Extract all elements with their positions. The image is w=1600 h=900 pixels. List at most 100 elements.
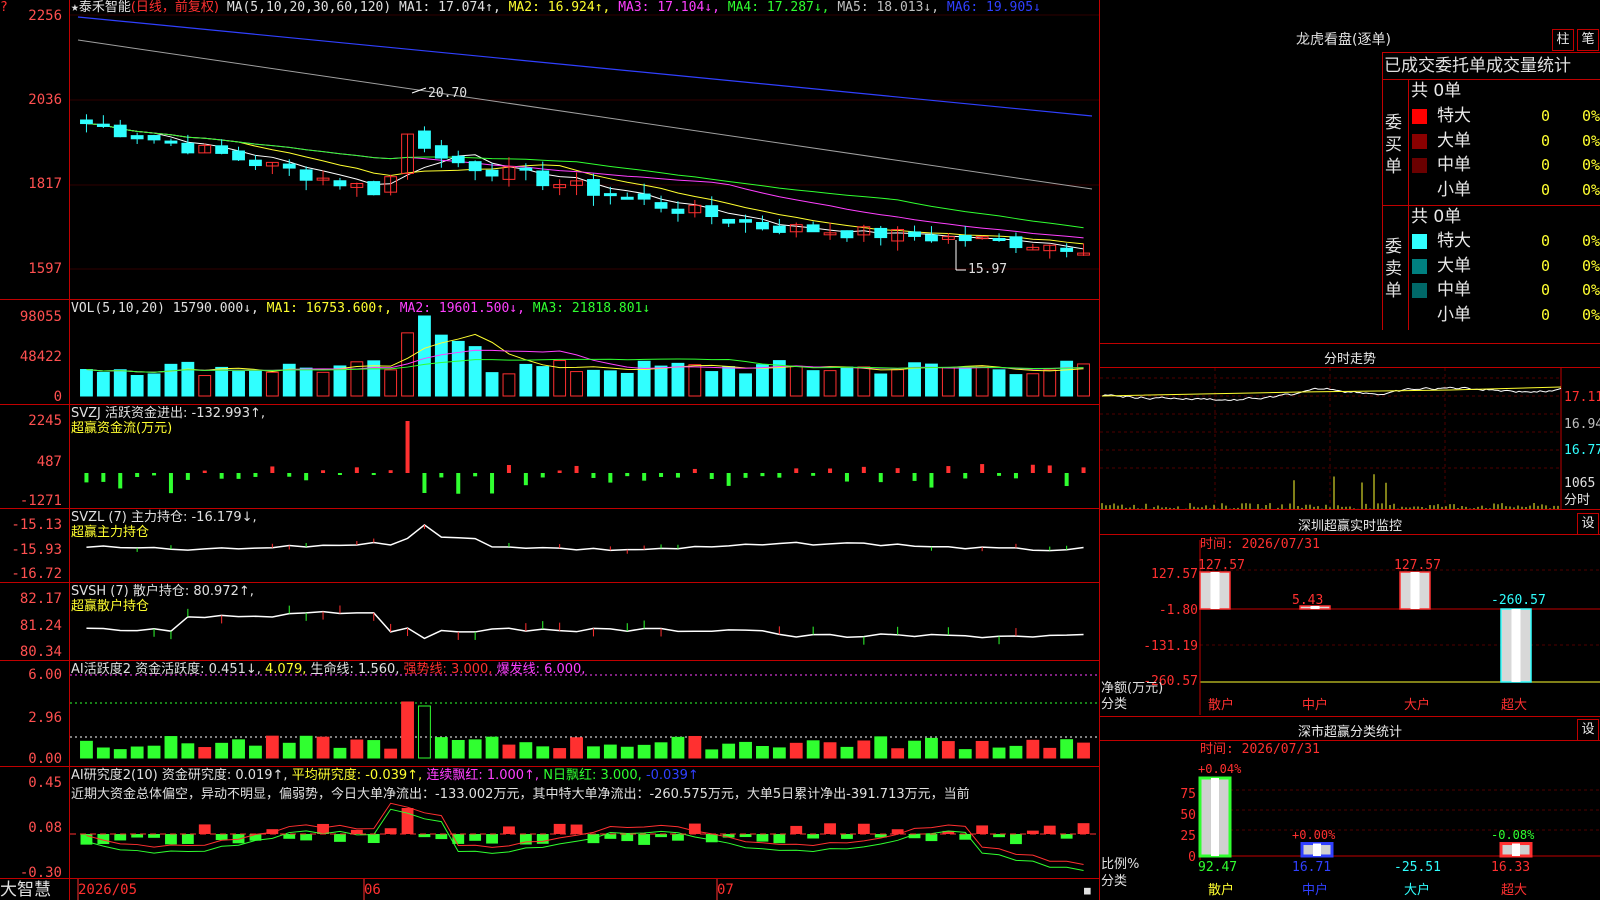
retail-line [86, 610, 1084, 640]
classify-settings-button[interactable]: 设 [1577, 719, 1599, 741]
ai-active-header: AI活跃度2 资金活跃度: 0.451↓, 4.079, 生命线: 1.560,… [71, 662, 585, 677]
activity-bar [772, 747, 786, 759]
buy-order-type: 大单 [1437, 130, 1471, 151]
candle-body [925, 234, 938, 242]
activity-bar [113, 749, 127, 759]
activity-bar [519, 742, 533, 759]
volume-bar [1043, 369, 1057, 397]
candle-body [181, 142, 195, 154]
svsh-subtitle: 超赢散户持仓 [71, 599, 150, 614]
research-bar [367, 834, 380, 844]
classify-bar-highlight [1313, 843, 1321, 856]
activity-bar [806, 740, 820, 759]
vol-ma2: MA2: 19601.500↓, [399, 301, 525, 316]
volume-bar [468, 346, 482, 397]
classify-title: 深市超赢分类统计 [1297, 725, 1402, 740]
volume-bar [485, 372, 499, 397]
activity-bar [249, 745, 262, 759]
ai-research-last: -0.039↑ [645, 768, 699, 783]
activity-bar [502, 744, 516, 759]
vol-value: 15790.000↓, [172, 301, 259, 316]
buy-order-count: 0 [1540, 107, 1550, 125]
fund-flow-bar [270, 466, 275, 473]
sell-order-pct: 0% [1581, 281, 1600, 300]
lock-icon[interactable]: ■ [1084, 883, 1091, 898]
monitor-settings-button[interactable]: 设 [1577, 513, 1599, 535]
research-bar [283, 834, 296, 839]
candle-body [637, 193, 651, 200]
activity-bar [418, 705, 431, 759]
activity-bar [620, 746, 634, 759]
candle-body [671, 208, 685, 214]
price-axis-label: 2256 [28, 8, 62, 24]
activity-bar [1060, 739, 1074, 759]
intraday-axis-label: 16.77 [1564, 443, 1600, 458]
intraday-axis-label: 16.94 [1564, 417, 1600, 432]
fund-flow-bar [709, 473, 714, 479]
volume-bar [299, 367, 313, 397]
svzl-subtitle: 超赢主力持仓 [71, 525, 150, 540]
volume-bar [265, 371, 279, 397]
monitor-time: 时间: 2026/07/31 [1200, 537, 1320, 552]
activity-bar [451, 739, 465, 759]
fund-flow-bar [1030, 464, 1035, 473]
fund-flow-bar [861, 466, 866, 473]
monitor-category-label: 中户 [1302, 698, 1329, 713]
fund-flow-bar [490, 473, 495, 494]
fund-flow-bar [101, 473, 106, 482]
classify-category-label: 中户 [1302, 883, 1329, 898]
candle-body [806, 224, 820, 233]
fund-flow-bar [794, 468, 799, 473]
column-mode-button[interactable]: 柱 [1552, 29, 1574, 51]
volume-bar [958, 367, 972, 397]
fund-flow-bar [980, 464, 985, 473]
date-label: 07 [717, 882, 734, 898]
fund-flow-bar [405, 421, 410, 473]
dt-tabs[interactable]: 已成交委托单成交量统计 [1384, 56, 1571, 76]
candle-body [485, 169, 499, 177]
dt-divider [1100, 343, 1600, 344]
volume-bar [418, 315, 431, 397]
candle-body [232, 150, 245, 161]
sell-order-count: 0 [1540, 232, 1550, 250]
ai-research-header: AI研究度2(10) 资金研究度: 0.019↑, 平均研究度: -0.039↑… [71, 768, 699, 783]
fund-flow-bar [878, 473, 883, 483]
activity-bar [350, 739, 364, 759]
activity-bar [992, 747, 1006, 759]
fund-flow-bar [1064, 473, 1069, 487]
research-bar [857, 823, 870, 834]
intraday-vol-unit: 分时 [1564, 493, 1591, 508]
stock-name[interactable]: 泰禾智能 [79, 0, 131, 15]
fund-flow-bar [354, 467, 359, 473]
fund-flow-bar [591, 473, 596, 478]
candle-body [96, 123, 110, 127]
svzl-axis-label: -16.72 [11, 566, 62, 582]
candle-body [282, 163, 296, 169]
activity-bar [485, 736, 499, 759]
activity-bar [316, 736, 330, 759]
volume-bar [840, 366, 854, 397]
buy-orders-label: 委买单 [1385, 113, 1402, 177]
activity-bar [198, 747, 212, 759]
period-label[interactable]: (日线，前复权) [131, 0, 219, 15]
sell-order-count: 0 [1540, 256, 1550, 275]
volume-bar [249, 369, 262, 397]
fund-flow-bar [963, 473, 968, 479]
dt-divider [1382, 52, 1383, 330]
star-icon[interactable]: ★ [71, 0, 79, 15]
monitor-axis-label: -1.80 [1158, 603, 1198, 618]
panel-divider [0, 660, 1100, 661]
fund-flow-bar [185, 473, 190, 480]
sell-total: 共 0单 [1411, 207, 1462, 227]
research-bar [215, 834, 228, 841]
intraday-title: 分时走势 [1323, 352, 1376, 367]
fund-flow-bar [557, 470, 562, 473]
chart-canvas[interactable] [0, 0, 1600, 900]
ai-active-axis-label: 2.96 [28, 710, 62, 726]
fund-flow-bar [828, 468, 833, 473]
sell-orders-label: 委卖单 [1385, 237, 1402, 301]
fund-flow-bar [473, 473, 478, 477]
pen-mode-button[interactable]: 笔 [1577, 29, 1599, 51]
fund-flow-bar [625, 473, 630, 477]
svzl-title: SVZL (7) 主力持仓: -16.179↓, [71, 510, 257, 525]
